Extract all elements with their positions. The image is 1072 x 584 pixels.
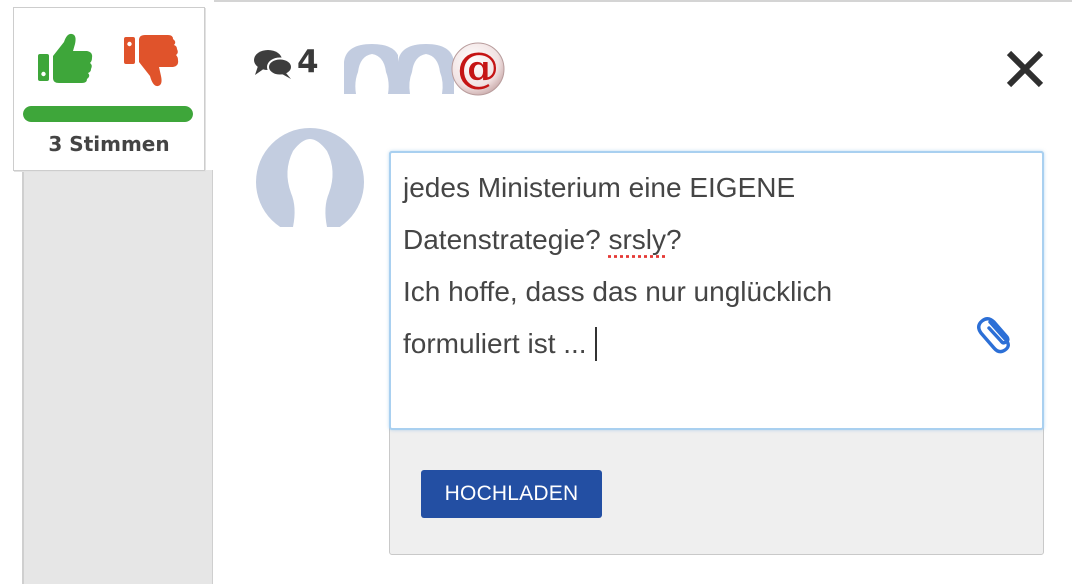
- text-cursor: [594, 327, 597, 361]
- comment-text-segment: formuliert ist ...: [403, 328, 587, 359]
- comment-text-line: formuliert ist ...: [403, 318, 963, 370]
- upload-button[interactable]: HOCHLADEN: [421, 470, 602, 518]
- thumb-up-icon[interactable]: [36, 30, 94, 86]
- participant-avatar[interactable]: [398, 42, 454, 94]
- user-avatar: [256, 128, 364, 227]
- comment-text-line: jedes Ministerium eine EIGENE: [403, 172, 796, 203]
- paperclip-icon[interactable]: [976, 310, 1016, 354]
- vote-count-label: 3 Stimmen: [48, 132, 170, 156]
- close-icon[interactable]: [1000, 44, 1050, 94]
- vote-progress-bar: [23, 106, 193, 122]
- comment-count: 4: [297, 44, 319, 80]
- comment-text-segment: ?: [666, 224, 682, 255]
- vote-box: 3 Stimmen: [13, 7, 205, 171]
- comments-icon: [254, 50, 293, 79]
- svg-text:@: @: [457, 43, 499, 92]
- misspelled-word: srsly: [608, 224, 667, 255]
- participant-avatar[interactable]: [344, 42, 400, 94]
- left-rail: [22, 170, 213, 584]
- thumb-down-icon[interactable]: [122, 34, 180, 92]
- at-sign-avatar[interactable]: @: [451, 42, 505, 96]
- comment-text-segment: Datenstrategie?: [403, 224, 609, 255]
- comment-text-line: Datenstrategie? srsly?: [403, 214, 963, 266]
- comment-text-line: Ich hoffe, dass das nur unglücklich: [403, 276, 833, 307]
- vote-progress-fill: [23, 106, 193, 122]
- comment-textarea[interactable]: jedes Ministerium eine EIGENE Datenstrat…: [389, 151, 1044, 430]
